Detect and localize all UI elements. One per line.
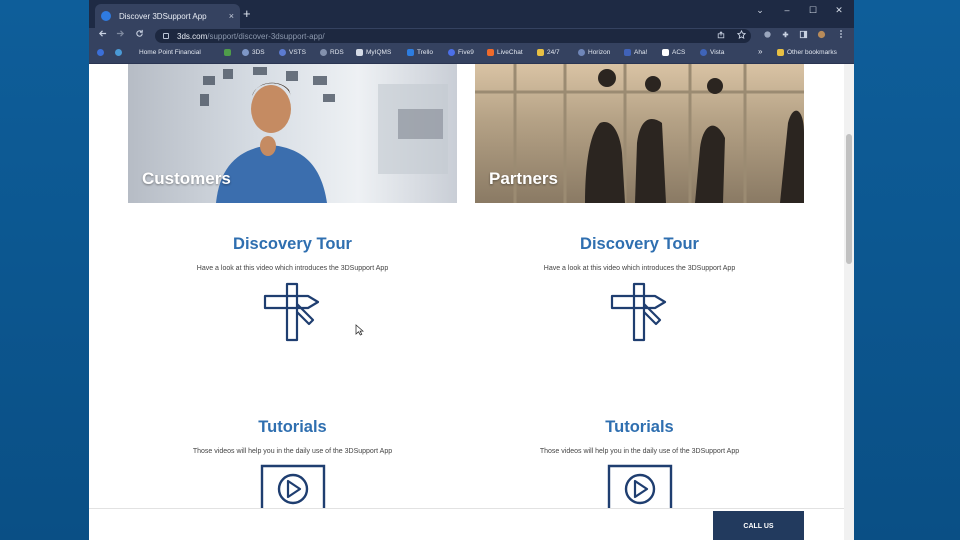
bookmark-label: 24/7	[547, 49, 560, 56]
maximize-button[interactable]: ☐	[803, 2, 823, 18]
bookmark-item[interactable]: RDS	[320, 49, 344, 56]
bookmark-item[interactable]: 24/7	[537, 49, 560, 56]
bookmark-label: Vista	[710, 49, 725, 56]
tab-search-chevron-icon[interactable]: ⌄	[750, 2, 770, 18]
lock-icon[interactable]	[163, 33, 169, 39]
customers-label: Customers	[142, 169, 231, 188]
bookmark-icon	[578, 49, 585, 56]
extensions-icon[interactable]	[779, 29, 791, 43]
desktop-background-right	[854, 0, 960, 540]
bookmark-label: LiveChat	[497, 49, 523, 56]
footer-bar: CALL US	[89, 508, 844, 540]
bookmark-item[interactable]: LiveChat	[487, 49, 523, 56]
close-window-button[interactable]: ✕	[829, 2, 849, 18]
bookmark-icon	[356, 49, 363, 56]
bookmark-item[interactable]: Trello	[407, 49, 433, 56]
desktop-background-left	[0, 0, 89, 540]
profile-avatar[interactable]	[815, 29, 827, 43]
tab-title: Discover 3DSupport App	[119, 11, 207, 21]
sheet-icon	[224, 49, 231, 56]
page-content: Customers Partners Discovery Tour Have a…	[89, 64, 844, 540]
bookmark-label: 3DS	[252, 49, 265, 56]
bookmark-icon	[242, 49, 249, 56]
bookmark-icon	[279, 49, 286, 56]
bookmark-item[interactable]: Home Point Financial	[139, 49, 201, 56]
star-icon[interactable]	[735, 29, 747, 43]
bookmark-icon	[320, 49, 327, 56]
extension-icon[interactable]	[761, 29, 773, 43]
discovery-tour-title-partners[interactable]: Discovery Tour	[475, 235, 804, 254]
bookmark-item[interactable]: VSTS	[279, 49, 306, 56]
url-path: /support/discover-3dsupport-app/	[207, 31, 325, 41]
folder-icon	[537, 49, 544, 56]
reload-icon[interactable]	[132, 29, 146, 43]
partners-label: Partners	[489, 169, 558, 188]
bookmark-icon	[700, 49, 707, 56]
bookmark-label: Horizon	[588, 49, 611, 56]
browser-tab[interactable]: Discover 3DSupport App ×	[95, 4, 240, 28]
bookmark-icon	[662, 49, 669, 56]
minimize-button[interactable]: –	[777, 2, 797, 18]
browser-window: Discover 3DSupport App × + ⌄ – ☐ ✕ 3ds.c…	[89, 0, 854, 540]
dynamics-icon	[115, 49, 122, 56]
bookmark-label: Aha!	[634, 49, 648, 56]
bookmark-item[interactable]: MyIQMS	[356, 49, 391, 56]
facebook-icon	[97, 49, 104, 56]
url-host: 3ds.com	[177, 31, 208, 41]
other-bookmarks-label: Other bookmarks	[787, 49, 837, 56]
bookmark-item[interactable]: 3DS	[242, 49, 265, 56]
tab-strip: Discover 3DSupport App × + ⌄ – ☐ ✕	[89, 0, 854, 28]
bookmark-item[interactable]: Aha!	[624, 49, 647, 56]
bookmark-label: Home Point Financial	[139, 49, 201, 56]
bookmark-item[interactable]: ACS	[662, 49, 685, 56]
customers-card[interactable]: Customers	[128, 64, 457, 203]
bookmark-dynamics-icon[interactable]	[115, 49, 125, 56]
bookmark-label: Trello	[417, 49, 434, 56]
bookmark-label: MyIQMS	[366, 49, 392, 56]
address-toolbar: 3ds.com /support/discover-3dsupport-app/	[89, 28, 854, 44]
bookmark-facebook-icon[interactable]	[97, 49, 107, 56]
bookmark-icon	[624, 49, 631, 56]
tutorials-title-partners[interactable]: Tutorials	[475, 418, 804, 437]
tutorials-desc-partners: Those videos will help you in the daily …	[539, 448, 740, 455]
address-bar[interactable]: 3ds.com /support/discover-3dsupport-app/	[155, 29, 751, 43]
back-arrow-icon[interactable]	[95, 29, 109, 43]
bookmark-label: ACS	[672, 49, 686, 56]
new-tab-button[interactable]: +	[243, 6, 251, 22]
page-scrollbar[interactable]	[844, 64, 854, 540]
bookmark-label: Five9	[458, 49, 474, 56]
signpost-icon[interactable]	[263, 282, 323, 347]
bookmark-icon	[448, 49, 455, 56]
partners-card[interactable]: Partners	[475, 64, 804, 203]
folder-icon	[777, 49, 784, 56]
side-panel-icon[interactable]	[797, 29, 809, 43]
discovery-tour-desc-partners: Have a look at this video which introduc…	[543, 265, 736, 272]
discovery-tour-desc-customers: Have a look at this video which introduc…	[196, 265, 389, 272]
discovery-tour-title-customers[interactable]: Discovery Tour	[128, 235, 457, 254]
more-bookmarks-button[interactable]: »	[758, 47, 762, 56]
call-us-button[interactable]: CALL US	[713, 511, 804, 540]
tutorials-title-customers[interactable]: Tutorials	[128, 418, 457, 437]
bookmark-item[interactable]: Five9	[448, 49, 474, 56]
livechat-icon	[487, 49, 494, 56]
bookmark-item[interactable]: Vista	[700, 49, 724, 56]
scrollbar-thumb[interactable]	[846, 134, 852, 264]
menu-icon[interactable]	[835, 29, 847, 43]
bookmark-label: VSTS	[289, 49, 306, 56]
tutorials-desc-customers: Those videos will help you in the daily …	[192, 448, 393, 455]
bookmark-label: RDS	[330, 49, 344, 56]
share-icon[interactable]	[715, 29, 727, 43]
trello-icon	[407, 49, 414, 56]
bookmarks-bar: Home Point Financial 3DS VSTS RDS MyIQMS…	[89, 44, 854, 64]
favicon-icon	[101, 11, 111, 21]
tab-close-icon[interactable]: ×	[229, 11, 234, 21]
other-bookmarks-folder[interactable]: Other bookmarks	[777, 49, 837, 56]
signpost-icon[interactable]	[610, 282, 670, 347]
forward-arrow-icon[interactable]	[113, 29, 127, 43]
bookmark-item[interactable]: Horizon	[578, 49, 610, 56]
bookmark-item[interactable]	[224, 49, 234, 56]
mouse-cursor-icon	[355, 323, 365, 341]
